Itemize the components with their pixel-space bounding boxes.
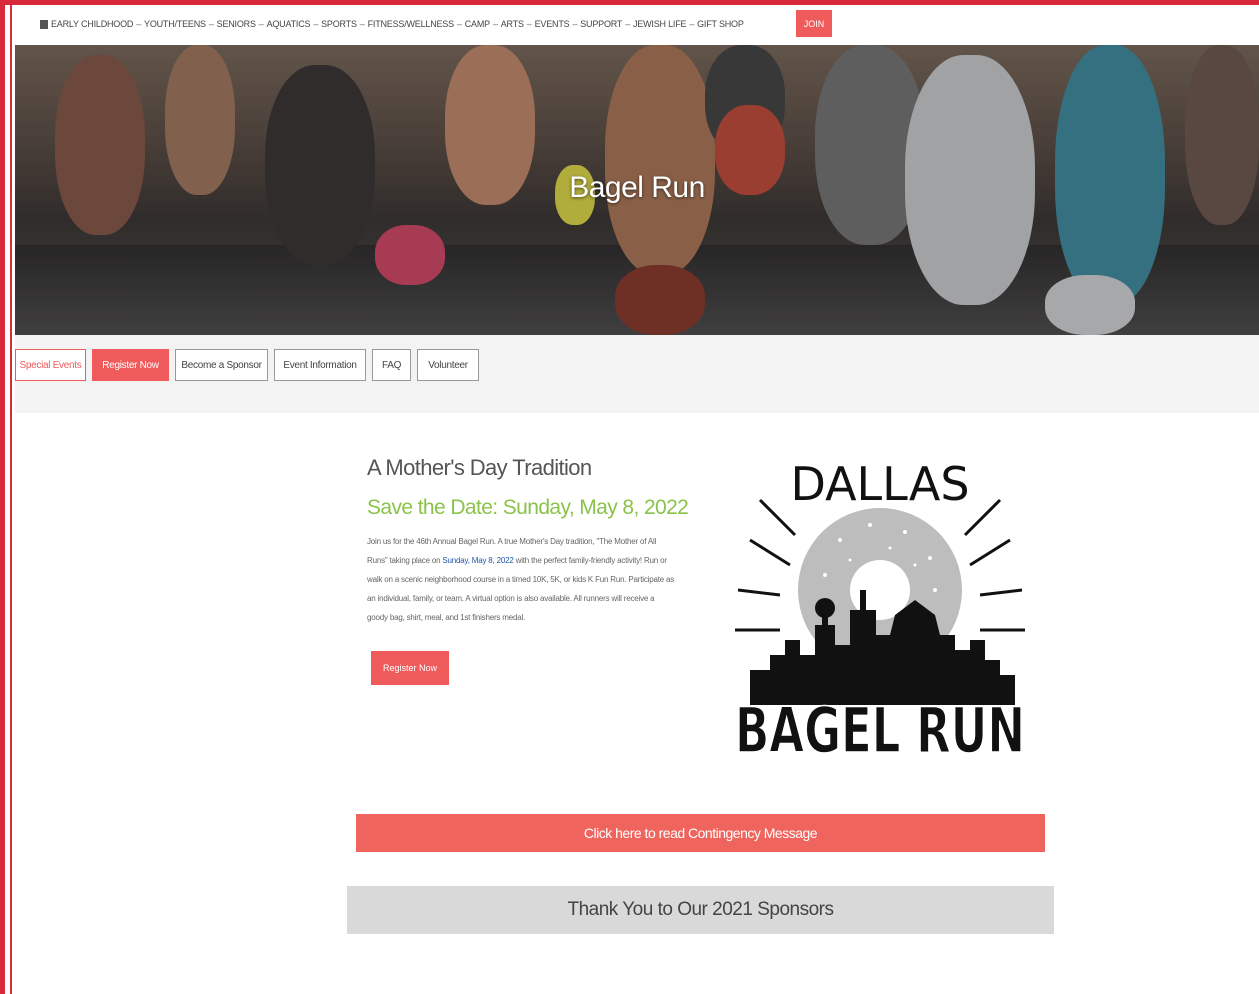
nav-item-sports[interactable]: SPORTS (321, 19, 357, 29)
tab-become-a-sponsor[interactable]: Become a Sponsor (175, 349, 268, 381)
tab-register-now[interactable]: Register Now (92, 349, 169, 381)
logo-bagel-run-text: BAGEL RUN (735, 694, 1025, 767)
event-date-link[interactable]: Sunday, May 8, 2022 (442, 556, 513, 565)
nav-separator: – (208, 19, 214, 29)
nav-item-aquatics[interactable]: AQUATICS (267, 19, 311, 29)
tab-faq[interactable]: FAQ (372, 349, 411, 381)
frame-inner-line (10, 5, 12, 994)
event-description: Join us for the 46th Annual Bagel Run. A… (367, 532, 677, 627)
contingency-message-button[interactable]: Click here to read Contingency Message (356, 814, 1045, 852)
nav-separator: – (572, 19, 578, 29)
subnav: Special Events Register Now Become a Spo… (15, 349, 479, 381)
nav-item-support[interactable]: SUPPORT (580, 19, 622, 29)
nav-separator: – (258, 19, 264, 29)
tab-volunteer[interactable]: Volunteer (417, 349, 479, 381)
nav-separator: – (689, 19, 695, 29)
nav-item-jewish-life[interactable]: JEWISH LIFE (633, 19, 687, 29)
sponsors-heading: Thank You to Our 2021 Sponsors (347, 886, 1054, 934)
hero-banner: Bagel Run (15, 45, 1259, 335)
nav-item-seniors[interactable]: SENIORS (217, 19, 256, 29)
tab-event-information[interactable]: Event Information (274, 349, 366, 381)
tab-special-events[interactable]: Special Events (15, 349, 86, 381)
hero-title: Bagel Run (569, 171, 705, 204)
nav-item-arts[interactable]: ARTS (501, 19, 524, 29)
section-heading: A Mother's Day Tradition (367, 455, 592, 480)
nav-separator: – (456, 19, 462, 29)
top-nav: EARLY CHILDHOOD – YOUTH/TEENS – SENIORS … (40, 11, 744, 37)
nav-item-gift-shop[interactable]: GIFT SHOP (697, 19, 744, 29)
join-button[interactable]: JOIN (796, 10, 832, 37)
nav-separator: – (526, 19, 532, 29)
nav-item-camp[interactable]: CAMP (465, 19, 490, 29)
save-the-date: Save the Date: Sunday, May 8, 2022 (367, 496, 689, 519)
description-text: with the perfect family-friendly activit… (367, 556, 675, 622)
nav-item-youth-teens[interactable]: YOUTH/TEENS (144, 19, 206, 29)
reunion-tower-stem (823, 608, 827, 628)
logo-dallas-text: DALLAS (790, 457, 969, 511)
nav-separator: – (625, 19, 630, 29)
nav-item-early-childhood[interactable]: EARLY CHILDHOOD (51, 19, 133, 29)
dallas-bagel-run-logo: DALLAS BAGEL RUN (734, 457, 1026, 768)
register-now-button[interactable]: Register Now (371, 651, 449, 685)
nav-separator: – (359, 19, 365, 29)
nav-item-fitness-wellness[interactable]: FITNESS/WELLNESS (368, 19, 455, 29)
nav-separator: – (313, 19, 319, 29)
nav-separator: – (492, 19, 498, 29)
calendar-icon (40, 19, 48, 29)
nav-separator: – (136, 19, 142, 29)
nav-item-events[interactable]: EVENTS (535, 19, 570, 29)
